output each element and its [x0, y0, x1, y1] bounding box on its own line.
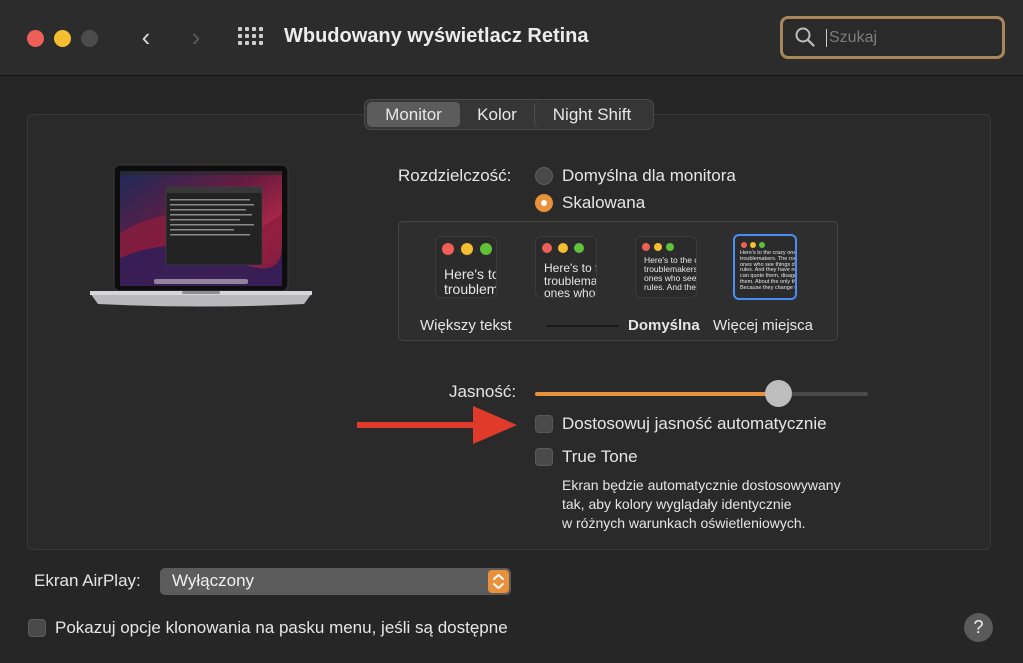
radio-scaled-label: Skalowana [562, 193, 646, 212]
close-window-button[interactable] [27, 30, 44, 47]
tab-monitor[interactable]: Monitor [367, 102, 460, 127]
show-all-preferences-grid-icon[interactable] [238, 27, 264, 49]
radio-scaled[interactable] [535, 194, 553, 212]
help-button[interactable]: ? [964, 613, 993, 642]
description-line: Ekran będzie automatycznie dostosowywany [562, 477, 841, 493]
mirroring-options-label: Pokazuj opcje klonowania na pasku menu, … [55, 618, 508, 637]
display-preferences-window: ‹ › Wbudowany wyświetlacz Retina Szukaj … [0, 0, 1023, 663]
auto-brightness-label: Dostosowuj jasność automatycznie [562, 414, 827, 433]
preview-text: Here's to the crazy ones troublemakers. … [740, 250, 797, 291]
title-bar: ‹ › Wbudowany wyświetlacz Retina Szukaj [0, 0, 1023, 76]
description-line: w różnych warunkach oświetleniowych. [562, 515, 806, 531]
scale-option-more-space[interactable]: Here's to the crazy ones troublemakers. … [733, 234, 797, 300]
search-placeholder: Szukaj [826, 29, 877, 47]
tab-kolor[interactable]: Kolor [460, 102, 534, 127]
true-tone-checkbox[interactable] [535, 448, 553, 466]
scale-option-2[interactable]: Here's to t troublema ones who [535, 236, 597, 298]
scale-divider [547, 325, 619, 327]
brightness-label: Jasność: [449, 382, 517, 401]
minimize-window-button[interactable] [54, 30, 71, 47]
scale-option-larger-text[interactable]: Here's to troublem [435, 236, 497, 298]
tab-bar: Monitor Kolor Night Shift [364, 99, 654, 130]
resolution-label: Rozdzielczość: [398, 166, 512, 185]
preview-text: Here's to troublem [444, 266, 497, 297]
true-tone-description: Ekran będzie automatycznie dostosowywany… [562, 476, 841, 533]
brightness-slider[interactable] [535, 392, 868, 396]
true-tone-label: True Tone [562, 447, 638, 466]
auto-brightness-checkbox[interactable] [535, 415, 553, 433]
brightness-slider-knob[interactable] [764, 380, 792, 407]
preview-text: Here's to t troublema ones who [544, 261, 597, 298]
description-line: tak, aby kolory wyglądały identycznie [562, 496, 792, 512]
tab-night-shift[interactable]: Night Shift [534, 102, 649, 127]
forward-button[interactable]: › [181, 22, 211, 54]
radio-default-for-display[interactable] [535, 167, 553, 185]
radio-default-label: Domyślna dla monitora [562, 166, 736, 185]
airplay-selected-value: Wyłączony [172, 571, 255, 590]
annotation-arrow-icon [357, 406, 517, 444]
preview-text: Here's to the cr troublemakers. ones who… [644, 255, 697, 292]
mirroring-options-checkbox[interactable] [28, 619, 46, 637]
back-button[interactable]: ‹ [131, 22, 161, 54]
window-title: Wbudowany wyświetlacz Retina [284, 25, 589, 47]
search-field[interactable]: Szukaj [780, 16, 1005, 59]
search-icon [795, 27, 815, 47]
brightness-slider-fill [535, 392, 779, 396]
scale-label-more-space: Więcej miejsca [713, 317, 814, 334]
airplay-label: Ekran AirPlay: [34, 571, 141, 590]
scale-label-default: Domyślna [628, 317, 700, 334]
scale-option-default[interactable]: Here's to the cr troublemakers. ones who… [635, 236, 697, 298]
scale-label-larger-text: Większy tekst [420, 317, 512, 334]
zoom-window-button[interactable] [81, 30, 98, 47]
airplay-popup-button[interactable]: Wyłączony [160, 568, 511, 595]
chevron-updown-icon [488, 570, 509, 593]
macbook-illustration [90, 164, 312, 307]
